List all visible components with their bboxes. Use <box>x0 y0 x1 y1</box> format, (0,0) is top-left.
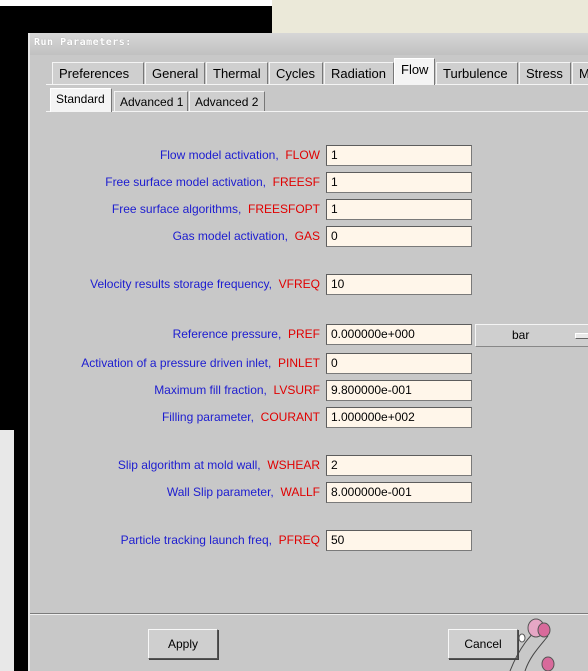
param-key: FREESF <box>272 175 320 189</box>
vfreq-input[interactable]: 10 <box>326 274 472 295</box>
param-label: Filling parameter, COURANT <box>161 410 320 424</box>
subtab-label: Standard <box>56 92 105 106</box>
param-key: PREF <box>287 327 320 341</box>
param-label: Free surface model activation, FREESF <box>105 175 320 189</box>
param-label: Activation of a pressure driven inlet, P… <box>81 356 320 370</box>
param-label: Maximum fill fraction, LVSURF <box>154 383 320 397</box>
param-label: Gas model activation, GAS <box>172 229 320 243</box>
tab-label: General <box>152 66 199 81</box>
param-row-vfreq: Velocity results storage frequency, VFRE… <box>34 274 588 296</box>
window-title: Run Parameters: <box>34 37 132 48</box>
tab-general[interactable]: General <box>145 62 205 84</box>
tab-label: Turbulence <box>443 66 508 81</box>
flow-input[interactable]: 1 <box>326 145 472 166</box>
subtab-advanced-2[interactable]: Advanced 2 <box>189 91 265 111</box>
flower-decoration-icon <box>509 618 555 671</box>
pfreq-input[interactable]: 50 <box>326 530 472 551</box>
param-row-wshear: Slip algorithm at mold wall, WSHEAR 2 <box>34 455 588 477</box>
param-key: FREESFOPT <box>247 202 320 216</box>
sub-tab-bar: Standard Advanced 1 Advanced 2 <box>46 88 588 114</box>
tab-preferences[interactable]: Preferences <box>52 62 144 84</box>
flow-standard-panel: Flow model activation, FLOW 1 Free surfa… <box>34 113 588 613</box>
tab-stress[interactable]: Stress <box>519 62 571 84</box>
param-label: Particle tracking launch freq, PFREQ <box>120 533 320 547</box>
dropdown-arrow-icon <box>575 333 588 339</box>
param-label: Reference pressure, PREF <box>172 327 320 341</box>
param-row-freesf: Free surface model activation, FREESF 1 <box>34 172 588 194</box>
param-row-lvsurf: Maximum fill fraction, LVSURF 9.800000e-… <box>34 380 588 402</box>
main-tab-bar: Preferences General Thermal Cycles Radia… <box>46 57 588 87</box>
tab-label: Flow <box>401 62 429 77</box>
param-key: PINLET <box>277 356 320 370</box>
param-key: GAS <box>294 229 320 243</box>
title-bar[interactable]: Run Parameters: <box>30 33 588 55</box>
lvsurf-input[interactable]: 9.800000e-001 <box>326 380 472 401</box>
apply-button[interactable]: Apply <box>148 629 218 659</box>
subtab-advanced-1[interactable]: Advanced 1 <box>114 91 188 111</box>
param-row-pref: Reference pressure, PREF 0.000000e+000 b… <box>34 324 588 347</box>
subtab-label: Advanced 2 <box>195 95 259 109</box>
tab-flow[interactable]: Flow <box>394 58 435 85</box>
param-key: FLOW <box>285 148 320 162</box>
tab-label: Radiation <box>331 66 386 81</box>
param-key: WSHEAR <box>267 458 320 472</box>
param-label: Slip algorithm at mold wall, WSHEAR <box>117 458 320 472</box>
gas-input[interactable]: 0 <box>326 226 472 247</box>
param-row-pfreq: Particle tracking launch freq, PFREQ 50 <box>34 530 588 552</box>
param-key: WALLF <box>280 485 320 499</box>
tab-turbulence[interactable]: Turbulence <box>436 62 518 84</box>
param-label: Flow model activation, FLOW <box>159 148 320 162</box>
pref-input[interactable]: 0.000000e+000 <box>326 324 472 345</box>
param-label: Wall Slip parameter, WALLF <box>166 485 320 499</box>
unit-value: bar <box>512 328 530 342</box>
tab-label: Thermal <box>213 66 261 81</box>
param-key: COURANT <box>260 410 320 424</box>
tab-label: Stress <box>526 66 563 81</box>
wshear-input[interactable]: 2 <box>326 455 472 476</box>
subtab-standard[interactable]: Standard <box>50 88 112 112</box>
tab-label: Cycles <box>276 66 316 81</box>
freesfopt-input[interactable]: 1 <box>326 199 472 220</box>
tab-micro[interactable]: Micro <box>572 62 588 84</box>
tab-label: Preferences <box>59 66 130 81</box>
courant-input[interactable]: 1.000000e+002 <box>326 407 472 428</box>
pinlet-input[interactable]: 0 <box>326 353 472 374</box>
param-key: VFREQ <box>278 277 320 291</box>
tab-thermal[interactable]: Thermal <box>206 62 268 84</box>
freesf-input[interactable]: 1 <box>326 172 472 193</box>
tab-cycles[interactable]: Cycles <box>269 62 323 84</box>
subtab-label: Advanced 1 <box>120 95 184 109</box>
run-parameters-window: Run Parameters: Preferences General Ther… <box>28 33 588 671</box>
param-row-pinlet: Activation of a pressure driven inlet, P… <box>34 353 588 375</box>
param-row-flow: Flow model activation, FLOW 1 <box>34 145 588 167</box>
param-row-courant: Filling parameter, COURANT 1.000000e+002 <box>34 407 588 429</box>
param-row-gas: Gas model activation, GAS 0 <box>34 226 588 248</box>
param-row-freesfopt: Free surface algorithms, FREESFOPT 1 <box>34 199 588 221</box>
desktop-wallpaper-fragment <box>0 430 14 671</box>
pressure-unit-select[interactable]: bar <box>475 324 588 347</box>
wallf-input[interactable]: 8.000000e-001 <box>326 482 472 503</box>
desktop-background <box>0 0 272 6</box>
param-key: LVSURF <box>273 383 320 397</box>
param-key: PFREQ <box>278 533 320 547</box>
tab-label: Micro <box>579 66 588 81</box>
param-label: Free surface algorithms, FREESFOPT <box>111 202 320 216</box>
param-label: Velocity results storage frequency, VFRE… <box>90 277 320 291</box>
param-row-wallf: Wall Slip parameter, WALLF 8.000000e-001 <box>34 482 588 504</box>
tab-radiation[interactable]: Radiation <box>324 62 394 84</box>
